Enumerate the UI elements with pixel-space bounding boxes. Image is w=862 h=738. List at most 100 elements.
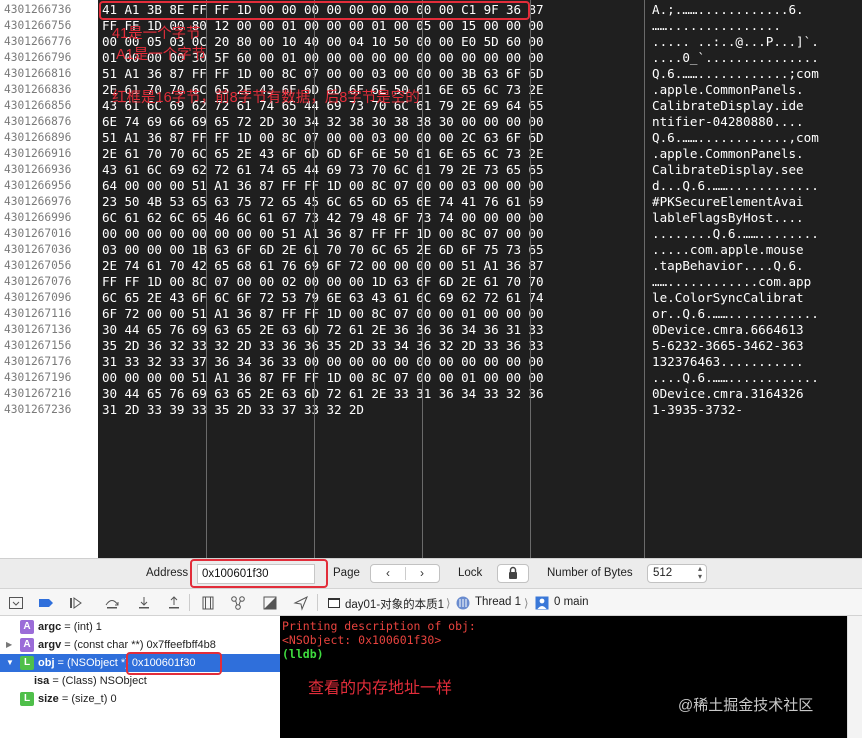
memory-row-hex: 2E 61 70 70 6C 65 2E 43 6F 6D 6D 6F 6E 5… xyxy=(102,146,544,161)
lock-label: Lock xyxy=(458,567,483,579)
chevron-left-icon: ‹ xyxy=(386,566,390,580)
disclosure-triangle-icon[interactable]: ▶ xyxy=(6,636,12,654)
memory-row-address: 4301267176 xyxy=(4,355,72,368)
step-over-icon[interactable] xyxy=(104,595,120,611)
console-output[interactable]: Printing description of obj: <NSObject: … xyxy=(280,616,847,738)
column-separator xyxy=(644,0,645,558)
memory-row-address: 4301267156 xyxy=(4,339,72,352)
breakpoint-toggle-icon[interactable] xyxy=(38,595,54,611)
console-line: <NSObject: 0x100601f30> xyxy=(282,633,442,647)
memory-row-hex: 51 A1 36 87 FF FF 1D 00 8C 07 00 00 03 0… xyxy=(102,66,544,81)
memory-row-hex: 51 A1 36 87 FF FF 1D 00 8C 07 00 00 03 0… xyxy=(102,130,544,145)
memory-row-ascii: .tapBehavior....Q.6. xyxy=(652,258,804,273)
memory-row-ascii: CalibrateDisplay.see xyxy=(652,162,804,177)
local-badge-icon: L xyxy=(20,656,34,670)
memory-row-address: 4301267116 xyxy=(4,307,72,320)
page-stepper: ‹ › xyxy=(370,564,440,583)
memory-row-ascii: 132376463........... xyxy=(652,354,804,369)
memory-row-address: 4301267216 xyxy=(4,387,72,400)
memory-graph-icon[interactable] xyxy=(230,595,246,611)
page-next-button[interactable]: › xyxy=(407,565,437,582)
memory-row-hex: 03 00 00 00 1B 63 6F 6D 2E 61 70 70 6C 6… xyxy=(102,242,544,257)
disclosure-triangle-open-icon[interactable]: ▼ xyxy=(6,654,14,672)
hide-debug-area-icon[interactable] xyxy=(8,595,24,611)
continue-icon[interactable] xyxy=(68,595,84,611)
annotation-byte-41: 41是一个字节 xyxy=(112,26,201,42)
console-scrollbar[interactable] xyxy=(847,616,862,738)
memory-view: 4301266736 41 A1 3B 8E FF FF 1D 00 00 00 … xyxy=(0,0,862,558)
variable-row-argc[interactable]: A argc = (int) 1 xyxy=(0,618,280,636)
memory-row-hex: 35 2D 36 32 33 32 2D 33 36 36 35 2D 33 3… xyxy=(102,338,544,353)
memory-row-hex: 43 61 6C 69 62 72 61 74 65 44 69 73 70 6… xyxy=(102,162,544,177)
memory-row-address: 4301266996 xyxy=(4,211,72,224)
executable-icon xyxy=(326,595,342,611)
number-of-bytes-select[interactable]: 512 ▴ ▾ xyxy=(647,564,707,583)
memory-row-address: 4301266856 xyxy=(4,99,72,112)
breadcrumb-thread[interactable]: Thread 1 xyxy=(475,596,521,608)
memory-row-address: 4301267236 xyxy=(4,403,72,416)
memory-row-ascii: 5-6232-3665-3462-363 xyxy=(652,338,804,353)
memory-row-hex: 2E 74 61 70 42 65 68 61 76 69 6F 72 00 0… xyxy=(102,258,544,273)
memory-row-ascii: ntifier-04280880.... xyxy=(652,114,804,129)
memory-row-hex: 00 00 00 00 00 00 00 00 51 A1 36 87 FF F… xyxy=(102,226,544,241)
simulate-location-icon[interactable] xyxy=(293,595,309,611)
memory-row-ascii: ……............... xyxy=(652,18,781,33)
breadcrumb-separator-icon: ⟩ xyxy=(524,598,529,610)
obj-address-highlight xyxy=(126,652,222,675)
memory-row-address: 4301266776 xyxy=(4,35,72,48)
memory-row-address: 4301266956 xyxy=(4,179,72,192)
column-separator xyxy=(422,0,423,558)
memory-row-address: 4301266756 xyxy=(4,19,72,32)
step-out-icon[interactable] xyxy=(166,595,182,611)
memory-row-address: 4301266816 xyxy=(4,67,72,80)
variable-name: argc xyxy=(38,621,62,633)
memory-row-hex: 30 44 65 76 69 63 65 2E 63 6D 72 61 2E 3… xyxy=(102,322,544,337)
number-of-bytes-label: Number of Bytes xyxy=(547,567,633,579)
variable-value: = (Class) NSObject xyxy=(49,675,147,687)
memory-row-ascii: ........Q.6.……........ xyxy=(652,226,819,241)
memory-row-ascii: .apple.CommonPanels. xyxy=(652,82,804,97)
variable-value: = (NSObject *) xyxy=(54,657,132,669)
lock-button[interactable] xyxy=(497,564,529,583)
memory-row-hex: 30 44 65 76 69 63 65 2E 63 6D 72 61 2E 3… xyxy=(102,386,544,401)
memory-row-address: 4301266896 xyxy=(4,131,72,144)
variable-row-size[interactable]: L size = (size_t) 0 xyxy=(0,690,280,708)
memory-row-ascii: .apple.CommonPanels. xyxy=(652,146,804,161)
variable-name: isa xyxy=(34,675,50,687)
memory-row-ascii: #PKSecureElementAvai xyxy=(652,194,804,209)
memory-row-ascii: ……............com.app xyxy=(652,274,812,289)
address-highlight xyxy=(190,559,328,588)
memory-row-ascii: 1-3935-3732- xyxy=(652,402,743,417)
memory-row-ascii: d...Q.6.……............ xyxy=(652,178,819,193)
stepper-arrows-icon: ▴ ▾ xyxy=(697,564,702,581)
argument-badge-icon: A xyxy=(20,638,34,652)
memory-row-address: 4301266936 xyxy=(4,163,72,176)
variable-name: argv xyxy=(38,639,62,651)
memory-row-ascii: le.ColorSyncCalibrat xyxy=(652,290,804,305)
argument-badge-icon: A xyxy=(20,620,34,634)
chevron-right-icon: › xyxy=(420,566,424,580)
memory-row-address: 4301267076 xyxy=(4,275,72,288)
step-into-icon[interactable] xyxy=(136,595,152,611)
watermark: @稀土掘金技术社区 xyxy=(678,697,814,714)
memory-row-hex: 6C 65 2E 43 6F 6C 6F 72 53 79 6E 63 43 6… xyxy=(102,290,544,305)
memory-row-address: 4301266876 xyxy=(4,115,72,128)
breadcrumb-project[interactable]: day01-对象的本质1 xyxy=(345,596,444,612)
column-separator xyxy=(314,0,315,558)
page-label: Page xyxy=(333,567,360,579)
memory-row-hex: 64 00 00 00 51 A1 36 87 FF FF 1D 00 8C 0… xyxy=(102,178,544,193)
memory-row-address: 4301266736 xyxy=(4,3,72,16)
column-separator xyxy=(206,0,207,558)
memory-row-ascii: CalibrateDisplay.ide xyxy=(652,98,804,113)
console-annotation: 查看的内存地址一样 xyxy=(308,680,453,697)
variable-name: size xyxy=(38,693,59,705)
view-hierarchy-icon[interactable] xyxy=(200,595,216,611)
breadcrumb-separator-icon: ⟩ xyxy=(446,598,451,610)
memory-row-address: 4301267016 xyxy=(4,227,72,240)
page-prev-button[interactable]: ‹ xyxy=(373,565,403,582)
lock-icon xyxy=(509,566,517,579)
memory-row-ascii: Q.6.……............;com xyxy=(652,66,819,81)
annotation-red-box: 红框是16字节，前8字节有数据，后8字节是空的 xyxy=(112,90,420,106)
breadcrumb-frame[interactable]: 0 main xyxy=(554,596,589,608)
environment-overrides-icon[interactable] xyxy=(262,595,278,611)
